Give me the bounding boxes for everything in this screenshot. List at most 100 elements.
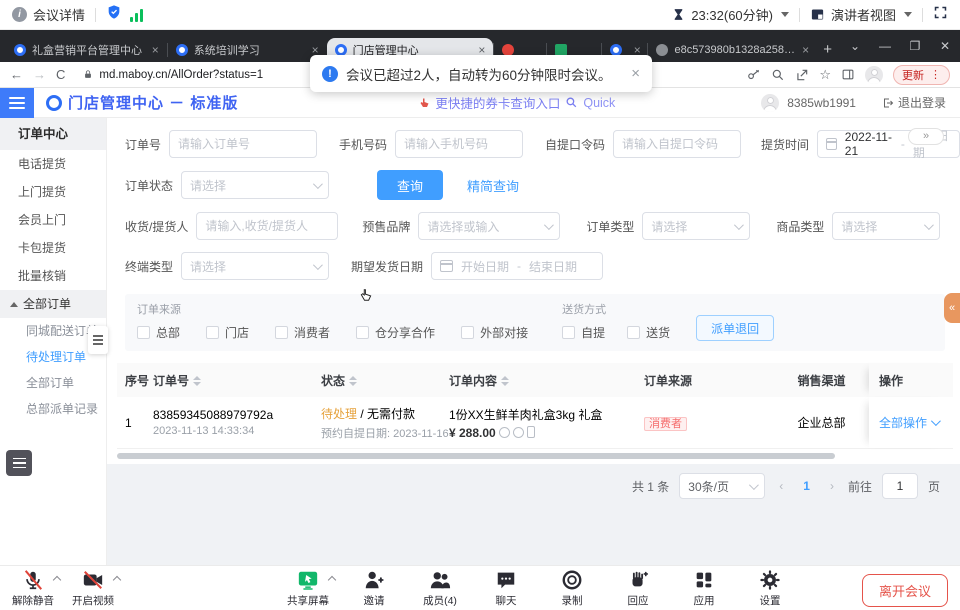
expand-caret-icon[interactable]	[53, 575, 61, 583]
forward-icon[interactable]: →	[33, 67, 46, 82]
promo-link[interactable]: 更快捷的券卡查询入口 Quick	[418, 93, 615, 112]
invite-button[interactable]: 邀请	[351, 569, 397, 608]
code-input[interactable]	[613, 130, 741, 158]
logout-label: 退出登录	[898, 94, 946, 111]
checkbox-external[interactable]: 外部对接	[461, 324, 528, 341]
sort-icon[interactable]	[501, 376, 509, 386]
minimize-button[interactable]: —	[870, 30, 900, 62]
search-button[interactable]: 查询	[377, 170, 443, 200]
expand-caret-icon[interactable]	[113, 575, 121, 583]
dispatch-return-button[interactable]: 派单退回	[696, 315, 774, 341]
expand-caret-icon[interactable]	[328, 575, 336, 583]
sidebar-item-hq-dispatch-log[interactable]: 总部派单记录	[0, 396, 106, 422]
record-button[interactable]: 录制	[549, 569, 595, 608]
sidebar-item-member-visit[interactable]: 会员上门	[0, 206, 106, 234]
quick-label[interactable]: Quick	[583, 96, 615, 110]
page-size-select[interactable]: 30条/页	[679, 473, 765, 499]
brand-select[interactable]: 请选择或输入	[418, 212, 560, 240]
browser-tab[interactable]: 系统培训学习 ×	[168, 38, 327, 62]
current-page[interactable]: 1	[797, 479, 816, 493]
unmute-button[interactable]: 解除静音	[10, 569, 56, 608]
col-content[interactable]: 订单内容	[449, 372, 644, 389]
sort-icon[interactable]	[349, 376, 357, 386]
collapse-filters-button[interactable]: »	[908, 128, 944, 145]
logout-button[interactable]: 退出登录	[882, 94, 946, 111]
reload-icon[interactable]: C	[56, 67, 65, 82]
right-panel-handle[interactable]: «	[944, 293, 960, 323]
view-mode-switch[interactable]: 演讲者视图	[810, 5, 912, 24]
tab-search-icon[interactable]: ⌄	[840, 30, 870, 62]
order-type-select[interactable]: 请选择	[642, 212, 750, 240]
bookmark-star-icon[interactable]: ☆	[819, 67, 831, 83]
back-icon[interactable]: ←	[10, 67, 23, 82]
sidebar-item-all-orders[interactable]: 全部订单	[0, 370, 106, 396]
side-panel-icon[interactable]	[841, 68, 855, 81]
phone-input[interactable]	[395, 130, 523, 158]
new-tab-button[interactable]: +	[823, 41, 832, 58]
goods-type-select[interactable]: 请选择	[832, 212, 940, 240]
chat-icon	[495, 569, 517, 591]
sidebar-toggle-button[interactable]	[0, 88, 34, 118]
col-status[interactable]: 状态	[321, 372, 449, 389]
table-row[interactable]: 1 83859345088979792a 2023-11-13 14:33:34…	[117, 397, 953, 449]
prev-page-button[interactable]: ‹	[775, 479, 787, 493]
terminal-type-select[interactable]: 请选择	[181, 252, 329, 280]
restore-button[interactable]: ❐	[900, 30, 930, 62]
sidebar-item-card-pickup[interactable]: 卡包提货	[0, 234, 106, 262]
checkbox-consumer[interactable]: 消费者	[275, 324, 330, 341]
browser-tab[interactable]: e8c573980b1328a258fd2e6f8 ×	[648, 38, 817, 62]
start-video-button[interactable]: 开启视频	[70, 569, 116, 608]
chat-button[interactable]: 聊天	[483, 569, 529, 608]
apps-button[interactable]: 应用	[681, 569, 727, 608]
browser-tab[interactable]: 礼盒营销平台管理中心 ×	[6, 38, 167, 62]
receiver-input[interactable]	[196, 212, 338, 240]
network-signal-icon[interactable]	[130, 8, 143, 22]
sidebar-drag-handle[interactable]	[88, 326, 108, 354]
all-actions-dropdown[interactable]: 全部操作	[879, 414, 938, 431]
sort-icon[interactable]	[193, 376, 201, 386]
simple-search-link[interactable]: 精简查询	[467, 176, 519, 195]
sidebar-group-all-orders[interactable]: 全部订单	[0, 290, 106, 318]
settings-button[interactable]: 设置	[747, 569, 793, 608]
meeting-timer[interactable]: 23:32(60分钟)	[672, 5, 789, 24]
leave-meeting-button[interactable]: 离开会议	[862, 574, 948, 607]
task-list-button[interactable]	[6, 450, 32, 476]
share-screen-button[interactable]: 共享屏幕	[285, 569, 331, 608]
goto-page-input[interactable]	[882, 473, 918, 499]
shield-icon[interactable]	[106, 4, 122, 25]
camera-off-icon	[82, 569, 104, 591]
browser-profile-avatar[interactable]	[865, 66, 883, 84]
next-page-button[interactable]: ›	[826, 479, 838, 493]
chrome-update-button[interactable]: 更新 ⋮	[893, 65, 950, 85]
checkbox-warehouse-share[interactable]: 仓分享合作	[356, 324, 435, 341]
reactions-button[interactable]: 回应	[615, 569, 661, 608]
fullscreen-icon[interactable]	[933, 5, 948, 25]
sidebar-item-batch-verify[interactable]: 批量核销	[0, 262, 106, 290]
chevron-down-icon	[749, 480, 759, 490]
horizontal-scrollbar[interactable]	[117, 453, 835, 459]
share-icon[interactable]	[795, 68, 809, 82]
expect-date-range[interactable]: 开始日期 - 结束日期	[431, 252, 603, 280]
sidebar-item-phone-pickup[interactable]: 电话提货	[0, 150, 106, 178]
sidebar-item-door-pickup[interactable]: 上门提货	[0, 178, 106, 206]
group-label: 全部订单	[23, 290, 71, 318]
col-order-no[interactable]: 订单号	[153, 372, 321, 389]
password-key-icon[interactable]	[747, 68, 761, 82]
toast-close-icon[interactable]: ×	[631, 65, 640, 82]
checkbox-hq[interactable]: 总部	[137, 324, 180, 341]
col-index: 序号	[117, 372, 153, 389]
page-unit-label: 页	[928, 478, 940, 495]
tab-close-icon[interactable]: ×	[152, 43, 159, 57]
close-window-button[interactable]: ✕	[930, 30, 960, 62]
members-button[interactable]: 成员(4)	[417, 569, 463, 608]
order-no-input[interactable]	[169, 130, 317, 158]
status-select[interactable]: 请选择	[181, 171, 329, 199]
checkbox-self-pickup[interactable]: 自提	[562, 324, 605, 341]
meeting-details[interactable]: i 会议详情	[12, 5, 85, 24]
checkbox-store[interactable]: 门店	[206, 324, 249, 341]
tab-close-icon[interactable]: ×	[802, 43, 809, 57]
checkbox-delivery[interactable]: 送货	[627, 324, 670, 341]
user-avatar[interactable]	[761, 94, 779, 112]
zoom-icon[interactable]	[771, 68, 785, 82]
expect-start-placeholder: 开始日期	[461, 258, 509, 275]
